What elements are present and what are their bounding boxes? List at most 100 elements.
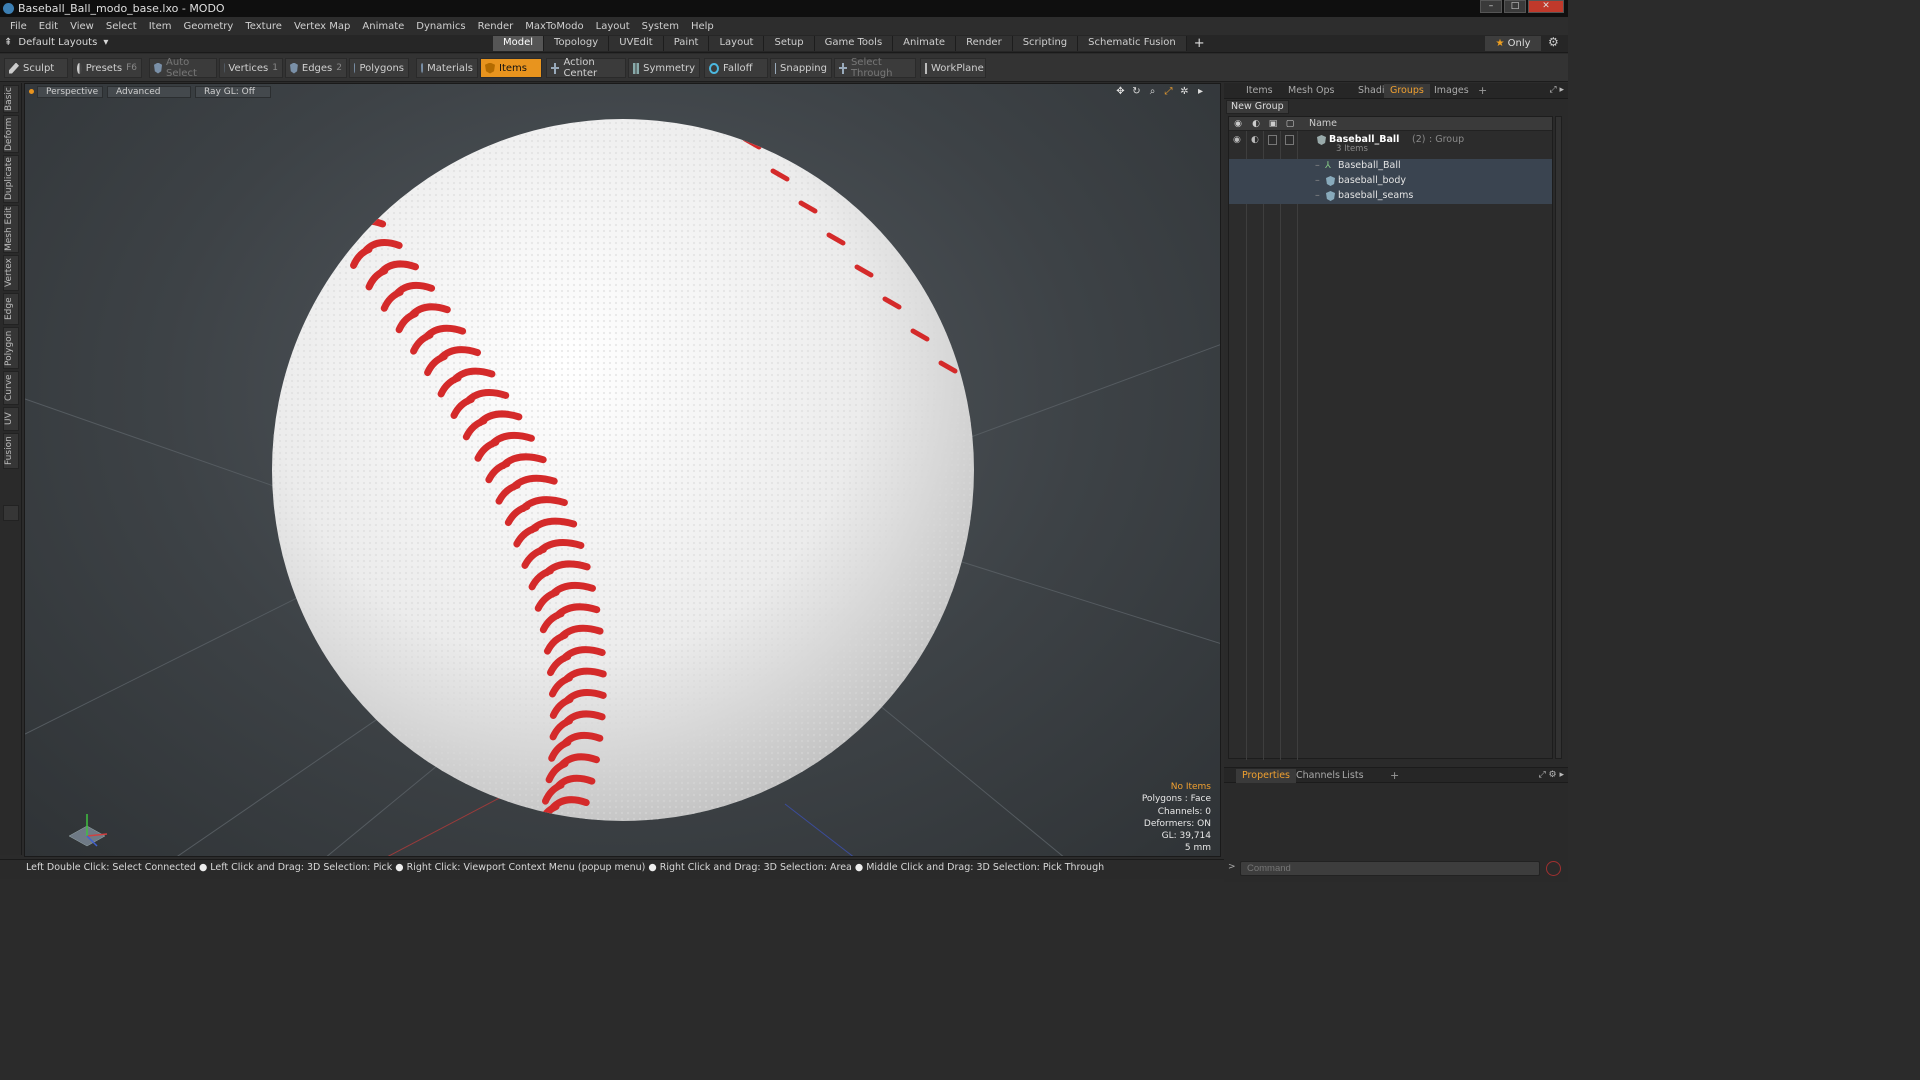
render-column-icon[interactable]: ◐ [1251, 119, 1261, 129]
tab-topology[interactable]: Topology [544, 36, 610, 51]
eye-icon[interactable]: ◉ [1233, 135, 1242, 145]
select-column-icon[interactable]: ▢ [1285, 119, 1295, 129]
tab-paint[interactable]: Paint [663, 36, 710, 51]
new-group-button[interactable]: New Group [1226, 100, 1289, 114]
workplane-button[interactable]: WorkPlane [920, 58, 986, 78]
tab-game-tools[interactable]: Game Tools [814, 36, 894, 51]
edges-button[interactable]: Edges 2 [285, 58, 347, 78]
group-row[interactable]: ◉ ◐ Baseball_Ball (2) : Group 3 Items [1229, 133, 1552, 157]
3d-viewport[interactable]: Perspective Advanced Ray GL: Off ✥ ↻ ⌕ ⤢… [24, 83, 1221, 857]
raygl-button[interactable]: Ray GL: Off [195, 86, 271, 98]
zoom-icon[interactable]: ⌕ [1147, 86, 1158, 97]
eye-column-icon[interactable]: ◉ [1233, 119, 1243, 129]
tab-images[interactable]: Images [1428, 84, 1475, 98]
menu-view[interactable]: View [64, 21, 100, 32]
render-icon[interactable]: ◐ [1251, 135, 1260, 145]
lock-column-icon[interactable]: ▣ [1268, 119, 1278, 129]
command-history-button[interactable] [1546, 861, 1561, 876]
menu-layout[interactable]: Layout [590, 21, 636, 32]
fit-icon[interactable]: ⤢ [1163, 86, 1174, 97]
panel-expand-icon[interactable]: ⤢ ▸ [1549, 85, 1564, 95]
maximize-icon[interactable]: □ [1504, 0, 1526, 13]
command-input[interactable] [1240, 861, 1540, 876]
polygons-button[interactable]: Polygons [349, 58, 409, 78]
tab-fusion[interactable]: Fusion [3, 433, 19, 469]
add-panel-tab-button[interactable]: + [1472, 84, 1493, 98]
tab-setup[interactable]: Setup [764, 36, 815, 51]
tab-vertex[interactable]: Vertex [3, 255, 19, 291]
presets-button[interactable]: Presets F6 [72, 58, 142, 78]
minimize-icon[interactable]: – [1480, 0, 1502, 13]
gear-icon[interactable]: ⚙ [1548, 35, 1559, 49]
menu-animate[interactable]: Animate [356, 21, 410, 32]
menu-render[interactable]: Render [472, 21, 520, 32]
menu-file[interactable]: File [4, 21, 33, 32]
tab-curve[interactable]: Curve [3, 371, 19, 405]
symmetry-button[interactable]: Symmetry [628, 58, 700, 78]
menu-system[interactable]: System [636, 21, 685, 32]
menu-select[interactable]: Select [100, 21, 143, 32]
group-item-row[interactable]: – baseball_seams [1229, 189, 1552, 204]
tab-scripting[interactable]: Scripting [1012, 36, 1079, 51]
tab-edge[interactable]: Edge [3, 293, 19, 325]
tab-properties[interactable]: Properties [1236, 769, 1297, 783]
tab-uvedit[interactable]: UVEdit [609, 36, 664, 51]
menu-dynamics[interactable]: Dynamics [410, 21, 471, 32]
menu-help[interactable]: Help [685, 21, 720, 32]
tab-mesh-edit[interactable]: Mesh Edit [3, 205, 19, 253]
column-name[interactable]: Name [1309, 118, 1337, 129]
tab-render[interactable]: Render [956, 36, 1013, 51]
expand-arrow-icon[interactable]: ▸ [1195, 86, 1206, 97]
chevron-down-icon: ▾ [103, 37, 109, 48]
rotate-view-icon[interactable]: ↻ [1131, 86, 1142, 97]
layouts-dropdown[interactable]: ⇞ Default Layouts ▾ [4, 37, 108, 48]
settings-icon[interactable]: ✲ [1179, 86, 1190, 97]
only-toggle[interactable]: ★ Only [1485, 36, 1541, 51]
shading-button[interactable]: Advanced [107, 86, 191, 98]
add-tab-button[interactable]: + [1187, 36, 1212, 51]
tab-groups[interactable]: Groups [1384, 84, 1430, 98]
vertices-button[interactable]: Vertices 1 [219, 58, 283, 78]
items-button[interactable]: Items [480, 58, 542, 78]
tab-polygon[interactable]: Polygon [3, 327, 19, 369]
tab-layout[interactable]: Layout [709, 36, 765, 51]
move-view-icon[interactable]: ✥ [1115, 86, 1126, 97]
tab-animate[interactable]: Animate [893, 36, 957, 51]
falloff-button[interactable]: Falloff [704, 58, 768, 78]
snapping-button[interactable]: Snapping [770, 58, 832, 78]
tab-deform[interactable]: Deform [3, 115, 19, 153]
tab-mesh-ops[interactable]: Mesh Ops [1282, 84, 1341, 98]
sculpt-button[interactable]: Sculpt [4, 58, 68, 78]
group-item-row[interactable]: – ⅄ Baseball_Ball [1229, 159, 1552, 174]
menu-texture[interactable]: Texture [239, 21, 288, 32]
group-item-row[interactable]: – baseball_body [1229, 174, 1552, 189]
action-center-button[interactable]: Action Center [546, 57, 626, 79]
select-toggle[interactable] [1285, 135, 1294, 145]
view-mode-button[interactable]: Perspective [37, 86, 103, 98]
materials-button[interactable]: Materials [416, 58, 478, 78]
stitch [531, 817, 583, 821]
properties-expand-icon[interactable]: ⤢ ⚙ ▸ [1538, 770, 1564, 780]
tab-duplicate[interactable]: Duplicate [3, 155, 19, 203]
close-icon[interactable]: ✕ [1528, 0, 1564, 13]
menu-geometry[interactable]: Geometry [177, 21, 239, 32]
tab-model[interactable]: Model [493, 36, 545, 51]
menu-maxtomodo[interactable]: MaxToModo [519, 21, 589, 32]
menu-edit[interactable]: Edit [33, 21, 64, 32]
auto-select-button[interactable]: Auto Select [149, 57, 217, 79]
select-through-button[interactable]: Select Through [834, 57, 916, 79]
groups-scrollbar[interactable] [1555, 116, 1562, 759]
tree-branch-icon: – [1315, 160, 1320, 171]
materials-label: Materials [427, 62, 473, 74]
tab-items[interactable]: Items [1240, 84, 1279, 98]
lock-toggle[interactable] [1268, 135, 1277, 145]
tab-lists[interactable]: Lists [1336, 769, 1370, 783]
tab-schematic-fusion[interactable]: Schematic Fusion [1078, 36, 1187, 51]
tab-basic[interactable]: Basic [3, 85, 19, 113]
menu-vertex-map[interactable]: Vertex Map [288, 21, 356, 32]
menu-item[interactable]: Item [143, 21, 178, 32]
item-name: baseball_body [1338, 175, 1407, 186]
add-properties-tab-button[interactable]: + [1384, 769, 1405, 783]
tab-uv[interactable]: UV [3, 407, 19, 431]
panel-toggle[interactable] [3, 505, 19, 521]
